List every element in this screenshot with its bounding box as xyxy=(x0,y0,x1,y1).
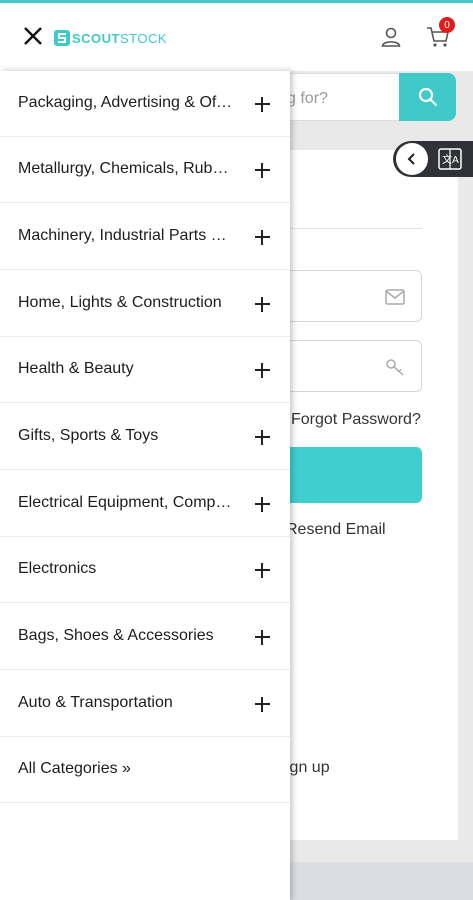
plus-icon[interactable] xyxy=(255,163,270,178)
search-button[interactable] xyxy=(399,73,456,121)
category-label: Home, Lights & Construction xyxy=(18,294,222,311)
category-item[interactable]: Packaging, Advertising & Office xyxy=(0,71,290,137)
svg-text:文: 文 xyxy=(442,153,452,166)
logo-text-stock: STOCK xyxy=(120,30,168,46)
category-item[interactable]: Electronics xyxy=(0,537,290,603)
category-label: Health & Beauty xyxy=(18,360,134,377)
plus-icon[interactable] xyxy=(255,497,270,512)
key-icon xyxy=(386,359,404,376)
category-item[interactable]: Machinery, Industrial Parts & Tools xyxy=(0,204,290,270)
logo-text-scout: SCOUT xyxy=(72,30,120,46)
plus-icon[interactable] xyxy=(255,563,270,578)
category-item[interactable]: Electrical Equipment, Components xyxy=(0,471,290,537)
category-label: Auto & Transportation xyxy=(18,694,173,711)
logo-mark-icon xyxy=(54,30,70,46)
forgot-password-link[interactable]: Forgot Password? xyxy=(291,411,421,429)
all-categories-label: All Categories » xyxy=(18,760,131,777)
plus-icon[interactable] xyxy=(255,97,270,112)
search-icon xyxy=(418,87,437,107)
category-item[interactable]: Gifts, Sports & Toys xyxy=(0,404,290,470)
category-label: Electrical Equipment, Components xyxy=(18,494,233,511)
category-item[interactable]: Auto & Transportation xyxy=(0,671,290,737)
all-categories-link[interactable]: All Categories » xyxy=(0,737,290,803)
divider xyxy=(290,228,422,229)
plus-icon[interactable] xyxy=(255,297,270,312)
plus-icon[interactable] xyxy=(255,630,270,645)
category-item[interactable]: Bags, Shoes & Accessories xyxy=(0,604,290,670)
category-label: Electronics xyxy=(18,560,97,577)
close-icon[interactable] xyxy=(22,25,44,47)
category-item[interactable]: Home, Lights & Construction xyxy=(0,271,290,337)
user-icon[interactable] xyxy=(379,25,403,49)
resend-email-link[interactable]: Resend Email xyxy=(286,521,386,539)
category-label: Gifts, Sports & Toys xyxy=(18,427,159,444)
logo-text: SCOUTSTOCK xyxy=(72,31,167,46)
plus-icon[interactable] xyxy=(255,430,270,445)
cart-count-badge: 0 xyxy=(439,17,455,33)
category-label: Bags, Shoes & Accessories xyxy=(18,627,214,644)
signup-link[interactable]: ign up xyxy=(286,759,330,777)
category-label: Machinery, Industrial Parts & Tools xyxy=(18,227,233,244)
svg-text:A: A xyxy=(452,155,459,166)
category-label: Metallurgy, Chemicals, Rubber xyxy=(18,160,233,177)
category-drawer: Packaging, Advertising & Office Metallur… xyxy=(0,71,290,900)
chevron-left-icon xyxy=(407,153,415,165)
translate-collapse-button[interactable] xyxy=(396,143,428,175)
category-item[interactable]: Health & Beauty xyxy=(0,337,290,403)
category-label: Packaging, Advertising & Office xyxy=(18,94,233,111)
translate-icon[interactable]: 文 A xyxy=(438,148,462,170)
category-item[interactable]: Metallurgy, Chemicals, Rubber xyxy=(0,137,290,203)
logo[interactable]: SCOUTSTOCK xyxy=(54,27,167,49)
app-header: SCOUTSTOCK 0 xyxy=(0,3,473,71)
plus-icon[interactable] xyxy=(255,697,270,712)
email-icon xyxy=(385,289,405,305)
plus-icon[interactable] xyxy=(255,230,270,245)
plus-icon[interactable] xyxy=(255,363,270,378)
